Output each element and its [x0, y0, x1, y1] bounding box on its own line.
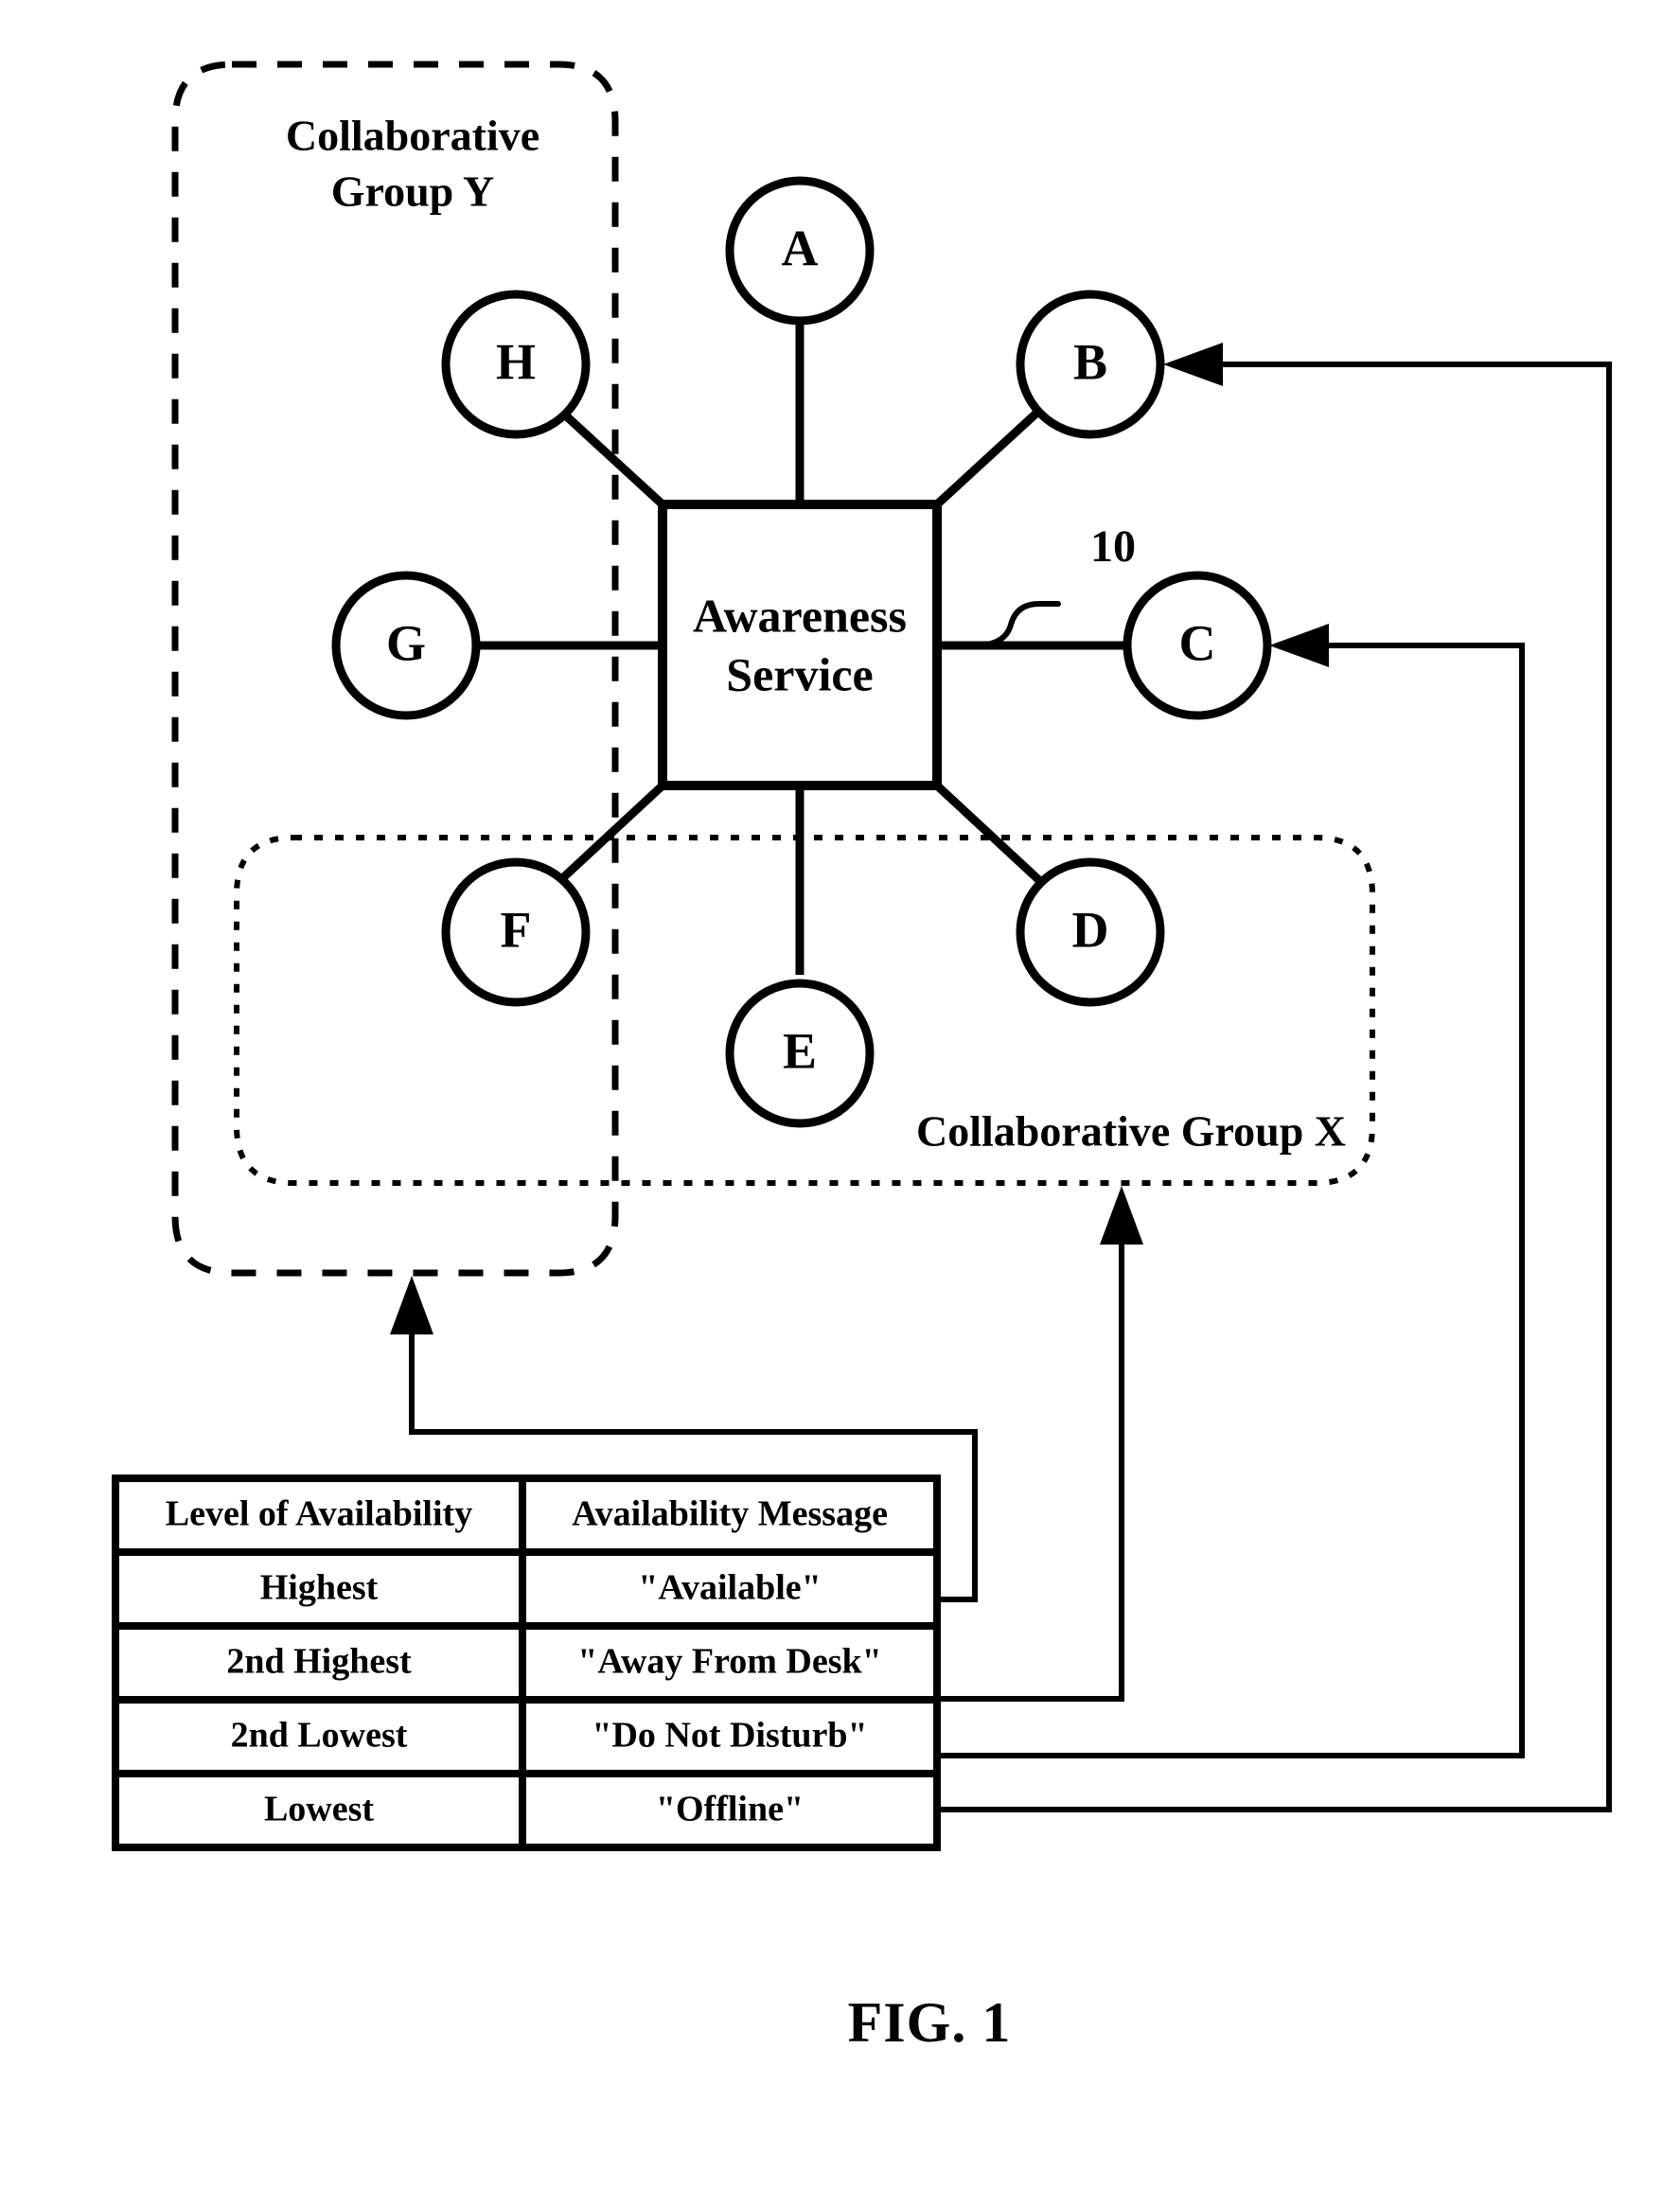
arrowhead-node-b	[1163, 343, 1223, 386]
figure-page: Awareness Service 10 A B C D E F G H Col…	[0, 0, 1680, 2190]
node-f: F	[441, 857, 591, 1007]
availability-table: Level of Availability Availability Messa…	[112, 1475, 941, 1851]
node-g: G	[331, 571, 481, 720]
node-a-label: A	[782, 220, 819, 276]
arrowhead-node-c	[1269, 624, 1329, 667]
table-cell-level-1: 2nd Highest	[226, 1642, 412, 1682]
awareness-service-box	[658, 500, 942, 790]
reference-numeral-10: 10	[1090, 521, 1136, 572]
patent-figure-canvas: Awareness Service 10 A B C D E F G H Col…	[112, 61, 1612, 2054]
group-y-label-line2: Group Y	[331, 168, 495, 216]
node-c: C	[1123, 571, 1272, 720]
table-cell-message-3: "Offline"	[656, 1790, 804, 1829]
link-b-to-service	[933, 405, 1045, 508]
table-cell-level-2: 2nd Lowest	[231, 1716, 408, 1756]
group-y-label-line1: Collaborative	[286, 112, 539, 160]
node-c-label: C	[1179, 614, 1216, 671]
node-b-label: B	[1073, 333, 1107, 390]
node-h: H	[441, 290, 591, 439]
node-f-label: F	[501, 901, 532, 958]
arrowhead-group-y	[390, 1276, 433, 1334]
connector-offline-to-node-c	[937, 643, 1525, 1758]
table-cell-message-0: "Available"	[638, 1568, 822, 1608]
link-h-to-service	[555, 405, 666, 508]
node-b: B	[1016, 290, 1165, 439]
node-d: D	[1016, 857, 1165, 1007]
node-d-label: D	[1072, 901, 1109, 958]
table-header-message: Availability Message	[572, 1494, 888, 1534]
group-x-label: Collaborative Group X	[916, 1107, 1346, 1156]
link-f-to-service	[555, 782, 666, 886]
table-cell-level-0: Highest	[260, 1568, 379, 1608]
connector-table-to-node-b	[937, 362, 1612, 1812]
table-cell-message-1: "Away From Desk"	[577, 1642, 882, 1682]
table-header-level: Level of Availability	[166, 1494, 472, 1534]
connector-do-not-disturb-to-group-x	[937, 1230, 1124, 1702]
table-cell-level-3: Lowest	[264, 1790, 374, 1829]
reference-leader-line	[934, 601, 1061, 648]
awareness-service-label-line1: Awareness	[693, 589, 907, 642]
arrowhead-group-x	[1100, 1186, 1143, 1245]
node-e-label: E	[783, 1022, 817, 1079]
node-g-label: G	[386, 614, 426, 671]
table-cell-message-2: "Do Not Disturb"	[592, 1716, 867, 1756]
figure-caption: FIG. 1	[848, 1991, 1012, 2054]
node-a: A	[725, 176, 875, 326]
node-e: E	[725, 979, 875, 1128]
awareness-service-label-line2: Service	[726, 647, 873, 700]
link-d-to-service	[933, 782, 1045, 886]
node-h-label: H	[496, 333, 536, 390]
